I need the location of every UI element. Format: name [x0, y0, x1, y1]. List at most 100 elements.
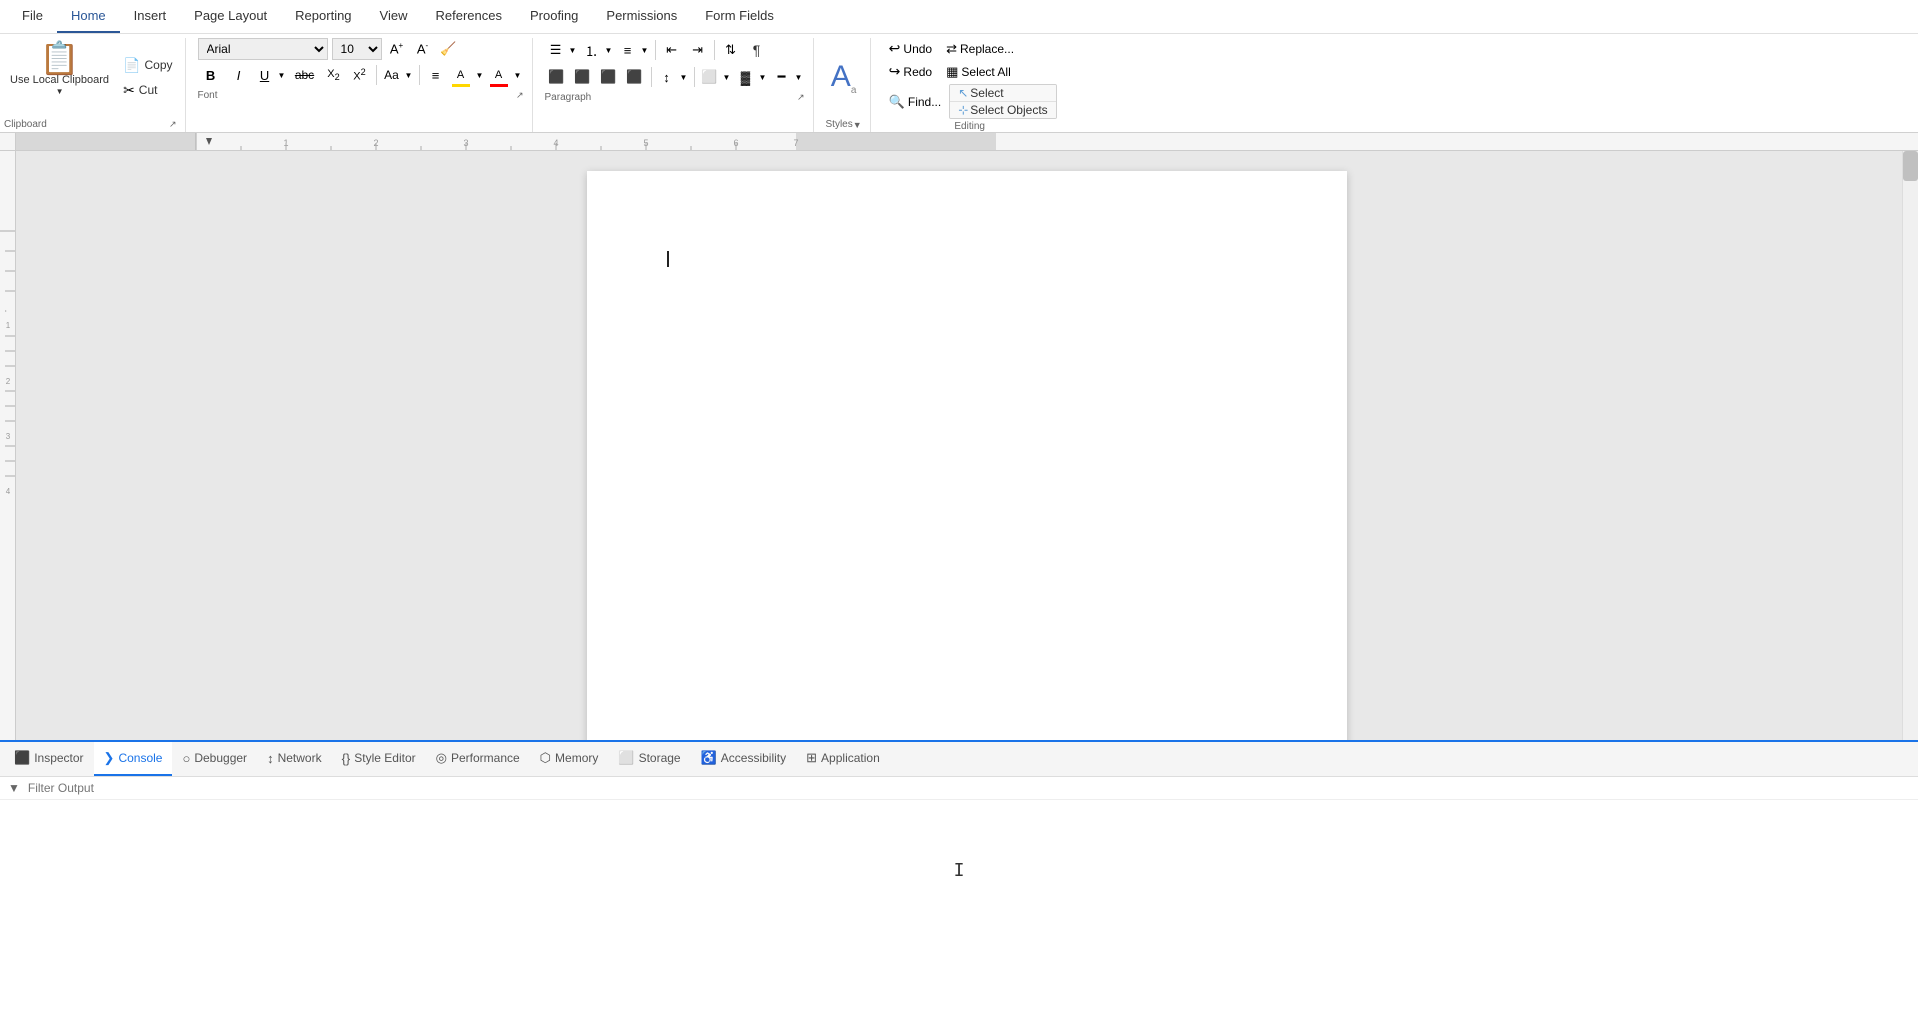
tab-reporting[interactable]: Reporting: [281, 0, 365, 33]
devtools-tab-style-editor[interactable]: {} Style Editor: [332, 743, 426, 776]
tab-file[interactable]: File: [8, 0, 57, 33]
copy-button[interactable]: 📄 Copy: [119, 55, 176, 76]
line-spacing-dropdown[interactable]: ▼: [678, 65, 690, 89]
debugger-icon: ○: [182, 751, 190, 766]
font-size-select[interactable]: 10: [332, 38, 382, 60]
vertical-scrollbar[interactable]: [1902, 151, 1918, 740]
shading-dropdown[interactable]: ▼: [757, 65, 769, 89]
tab-references[interactable]: References: [422, 0, 516, 33]
numbering-button[interactable]: ⒈: [581, 38, 603, 62]
select-button[interactable]: ↖ Select: [950, 85, 1055, 102]
decrease-indent-button[interactable]: ⇤: [660, 38, 684, 62]
select-objects-label: Select Objects: [970, 103, 1047, 117]
align-left-button[interactable]: ⬛: [545, 65, 569, 89]
scrollbar-thumb[interactable]: [1903, 151, 1918, 181]
align-right-button[interactable]: ⬛: [597, 65, 621, 89]
find-icon: 🔍: [889, 94, 905, 110]
borders-dropdown[interactable]: ▼: [721, 65, 733, 89]
borders-button[interactable]: ⬜: [699, 65, 721, 89]
application-label: Application: [821, 751, 880, 765]
text-cursor: [667, 251, 669, 267]
devtools-tab-console[interactable]: ❯ Console: [94, 742, 173, 776]
tab-proofing[interactable]: Proofing: [516, 0, 592, 33]
select-objects-button[interactable]: ⊹ Select Objects: [950, 102, 1055, 118]
select-all-button[interactable]: ▦ Select All: [940, 62, 1017, 82]
tab-form-fields[interactable]: Form Fields: [691, 0, 788, 33]
bullets-dropdown[interactable]: ▼: [567, 38, 579, 62]
styles-button[interactable]: Aa: [826, 38, 862, 117]
highlight-color-button[interactable]: A: [450, 64, 472, 84]
superscript-button[interactable]: X2: [348, 63, 372, 87]
font-family-select[interactable]: Arial: [198, 38, 328, 60]
editing-group: ↩ Undo ⇄ Replace... ↪ Redo ▦: [875, 38, 1065, 132]
devtools-tab-inspector[interactable]: ⬛ Inspector: [4, 742, 94, 776]
paragraph-expand-icon[interactable]: ↗: [797, 92, 805, 103]
font-color-dropdown[interactable]: ▼: [512, 63, 524, 87]
clear-formatting-button[interactable]: 🧹: [438, 38, 460, 60]
numbering-dropdown[interactable]: ▼: [603, 38, 615, 62]
page-content[interactable]: [587, 171, 1347, 740]
devtools-tab-performance[interactable]: ◎ Performance: [426, 742, 530, 776]
shading-button[interactable]: ▓: [735, 65, 757, 89]
strikethrough-button[interactable]: abc: [290, 63, 320, 87]
border-style-button[interactable]: ━: [771, 65, 793, 89]
filter-input[interactable]: [28, 781, 1910, 795]
subscript-button[interactable]: X2: [322, 63, 346, 87]
change-case-button[interactable]: Aa: [381, 63, 403, 87]
align-center-button[interactable]: ⬛: [571, 65, 595, 89]
redo-icon: ↪: [889, 63, 901, 80]
find-button[interactable]: 🔍 Find...: [883, 92, 948, 112]
justify-button[interactable]: ⬛: [623, 65, 647, 89]
console-cursor: I: [954, 860, 965, 881]
paste-button[interactable]: 📋 Use Local Clipboard ▼: [4, 38, 115, 117]
styles-expand-icon[interactable]: ▼: [853, 120, 862, 130]
svg-text:-: -: [1, 309, 10, 312]
tab-permissions[interactable]: Permissions: [592, 0, 691, 33]
tab-insert[interactable]: Insert: [120, 0, 181, 33]
align-left-text-button[interactable]: ≡: [424, 63, 448, 87]
devtools-tab-debugger[interactable]: ○ Debugger: [172, 743, 257, 776]
sort-button[interactable]: ⇅: [719, 38, 743, 62]
increase-indent-button[interactable]: ⇥: [686, 38, 710, 62]
font-group: Arial 10 A+ A- 🧹 B I U ▼: [190, 38, 533, 132]
devtools-tab-network[interactable]: ↕ Network: [257, 743, 332, 776]
multilevel-dropdown[interactable]: ▼: [639, 38, 651, 62]
highlight-color-bar: [452, 84, 470, 87]
highlight-dropdown[interactable]: ▼: [474, 63, 486, 87]
performance-label: Performance: [451, 751, 520, 765]
bullets-button[interactable]: ☰: [545, 38, 567, 62]
tab-page-layout[interactable]: Page Layout: [180, 0, 281, 33]
font-shrink-button[interactable]: A-: [412, 38, 434, 60]
underline-button[interactable]: U: [254, 63, 276, 87]
devtools-tab-accessibility[interactable]: ♿ Accessibility: [691, 742, 797, 776]
devtools-tab-application[interactable]: ⊞ Application: [796, 742, 890, 776]
italic-button[interactable]: I: [226, 63, 252, 87]
editing-group-footer: Editing: [883, 121, 1057, 132]
font-expand-icon[interactable]: ↗: [516, 90, 524, 101]
border-style-dropdown[interactable]: ▼: [793, 65, 805, 89]
cut-button[interactable]: ✂ Cut: [119, 80, 176, 101]
undo-button[interactable]: ↩ Undo: [883, 38, 938, 59]
storage-label: Storage: [639, 751, 681, 765]
show-hide-button[interactable]: ¶: [745, 38, 769, 62]
font-color-bar: [490, 84, 508, 87]
inspector-icon: ⬛: [14, 750, 30, 766]
paragraph-group-footer: Paragraph ↗: [545, 92, 805, 103]
line-spacing-button[interactable]: ↕: [656, 65, 678, 89]
bold-button[interactable]: B: [198, 63, 224, 87]
multilevel-list-button[interactable]: ≡: [617, 38, 639, 62]
redo-button[interactable]: ↪ Redo: [883, 61, 938, 82]
clipboard-expand-icon[interactable]: ↗: [169, 119, 177, 130]
underline-dropdown[interactable]: ▼: [276, 63, 288, 87]
change-case-dropdown[interactable]: ▼: [403, 63, 415, 87]
tab-view[interactable]: View: [366, 0, 422, 33]
font-grow-button[interactable]: A+: [386, 38, 408, 60]
document-scroll[interactable]: [16, 151, 1918, 740]
font-color-button[interactable]: A: [488, 64, 510, 84]
replace-button[interactable]: ⇄ Replace...: [940, 39, 1020, 59]
devtools-tab-storage[interactable]: ⬜ Storage: [608, 742, 690, 776]
storage-icon: ⬜: [618, 750, 634, 766]
style-editor-icon: {}: [342, 751, 351, 766]
devtools-tab-memory[interactable]: ⬡ Memory: [530, 742, 609, 776]
tab-home[interactable]: Home: [57, 0, 120, 33]
